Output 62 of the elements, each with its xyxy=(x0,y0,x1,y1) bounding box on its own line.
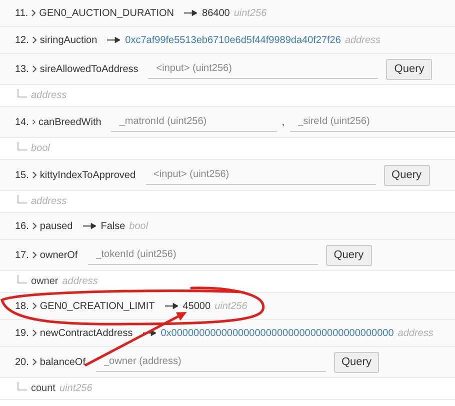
chevron-icon xyxy=(32,302,37,310)
return-value: 45000 xyxy=(182,300,211,312)
return-value: 86400 xyxy=(202,8,230,18)
tree-branch-icon xyxy=(17,142,27,152)
function-name: newContractAddress xyxy=(40,328,133,338)
function-number: 12. xyxy=(15,34,29,46)
tree-branch-icon xyxy=(17,274,27,284)
function-name: siringAuction xyxy=(40,34,98,46)
function-number: 19. xyxy=(15,328,29,338)
type-label: bool xyxy=(31,143,50,154)
function-number: 13. xyxy=(15,64,29,74)
chevron-icon xyxy=(32,358,37,366)
chevron-icon xyxy=(32,118,36,126)
type-label: address xyxy=(344,34,381,46)
function-name: ownerOf xyxy=(40,250,78,260)
return-value: False xyxy=(100,220,126,232)
chevron-icon xyxy=(32,65,37,73)
arrow-icon xyxy=(184,10,198,16)
tree-branch-icon xyxy=(17,194,27,204)
type-label: uint256 xyxy=(214,300,248,312)
function-name: paused xyxy=(40,220,73,232)
function-number: 15. xyxy=(15,170,29,180)
query-button[interactable]: Query xyxy=(386,58,432,80)
function-name: balanceOf xyxy=(40,356,86,368)
query-button[interactable]: Query xyxy=(334,352,380,372)
chevron-icon xyxy=(31,9,36,17)
function-number: 16. xyxy=(15,220,29,232)
function-name: GEN0_CREATION_LIMIT xyxy=(40,300,155,312)
arrow-icon xyxy=(107,37,120,43)
type-label: address xyxy=(31,90,67,101)
arrow-icon xyxy=(82,223,96,229)
function-name: canBreedWith xyxy=(38,116,102,128)
function-name: kittyIndexToApproved xyxy=(40,170,136,180)
function-number: 18. xyxy=(15,300,29,312)
chevron-icon xyxy=(32,251,37,259)
type-label: address xyxy=(31,196,67,207)
type-label: uint256 xyxy=(234,8,267,18)
tree-branch-icon xyxy=(17,88,27,98)
type-label: address xyxy=(62,276,98,287)
query-button[interactable]: Query xyxy=(326,244,372,266)
chevron-icon xyxy=(32,222,37,230)
output-name: owner xyxy=(31,276,58,287)
address-link[interactable]: 0x0000000000000000000000000000000000000000 xyxy=(160,328,394,338)
chevron-icon xyxy=(32,36,37,44)
function-number: 14. xyxy=(15,116,29,128)
output-name: count xyxy=(31,383,56,394)
type-label: uint256 xyxy=(59,383,92,394)
tree-branch-icon xyxy=(17,382,27,392)
query-button[interactable]: Query xyxy=(384,164,430,186)
type-label: address xyxy=(398,328,434,338)
address-link[interactable]: 0xc7af99fe5513eb6710e6d5f44f9989da40f27f26 xyxy=(125,34,341,46)
function-name: GEN0_AUCTION_DURATION xyxy=(39,8,174,18)
separator-text: , xyxy=(282,116,285,128)
function-number: 11. xyxy=(15,8,28,18)
arrow-icon xyxy=(164,303,178,309)
type-label: bool xyxy=(129,220,148,232)
chevron-icon xyxy=(32,329,37,337)
arrow-icon xyxy=(142,330,156,336)
function-number: 17. xyxy=(15,250,29,260)
function-name: sireAllowedToAddress xyxy=(40,64,138,74)
chevron-icon xyxy=(32,171,37,179)
function-number: 20. xyxy=(15,356,29,368)
